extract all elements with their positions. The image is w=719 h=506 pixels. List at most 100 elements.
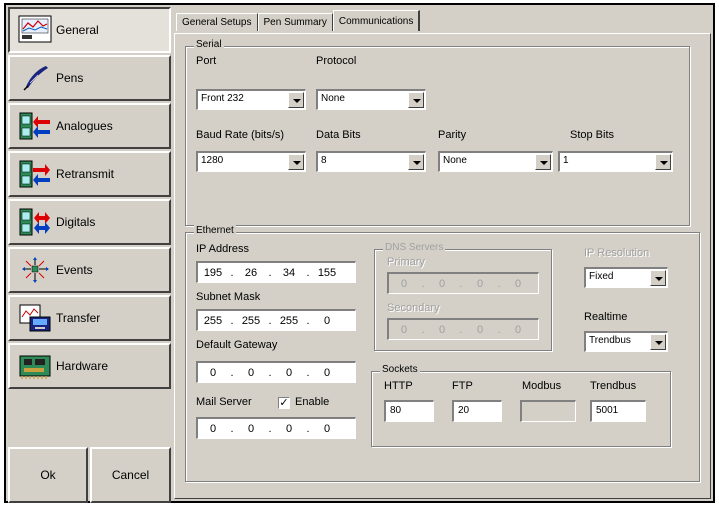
port-select[interactable]: Front 232: [196, 89, 306, 110]
mail-octet: 0: [323, 422, 331, 435]
dns-primary-octet: 0: [400, 277, 408, 290]
nav-analogues-label: Analogues: [56, 119, 113, 133]
default-gateway-label: Default Gateway: [196, 339, 278, 351]
retransmit-icon: [19, 160, 50, 188]
port-label: Port: [196, 55, 217, 67]
tab-pen-summary-label: Pen Summary: [263, 17, 327, 28]
mail-octet: 0: [285, 422, 293, 435]
ip-octet: 34: [282, 266, 296, 279]
nav-hardware-button[interactable]: Hardware: [8, 343, 171, 389]
cancel-button-label: Cancel: [111, 468, 150, 482]
dns-secondary-label: Secondary: [387, 302, 440, 314]
mail-octet: 0: [247, 422, 255, 435]
data-bits-select[interactable]: 8: [316, 151, 426, 172]
gateway-octet: 0: [209, 366, 217, 379]
nav-analogues-button[interactable]: Analogues: [8, 103, 171, 149]
nav-general-button[interactable]: General: [8, 7, 171, 53]
baud-rate-label: Baud Rate (bits/s): [196, 129, 285, 141]
dns-primary-octet: 0: [438, 277, 446, 290]
nav-digitals-label: Digitals: [56, 215, 96, 229]
port-select-value: Front 232: [201, 93, 244, 104]
chevron-down-icon[interactable]: [288, 92, 304, 108]
chevron-down-icon[interactable]: [408, 92, 424, 108]
chevron-down-icon[interactable]: [650, 334, 666, 350]
chevron-down-icon[interactable]: [288, 154, 304, 170]
ip-octet: 155: [317, 266, 337, 279]
ip-resolution-select[interactable]: Fixed: [584, 267, 668, 288]
parity-select[interactable]: None: [438, 151, 553, 172]
subnet-octet: 255: [279, 314, 299, 327]
trendbus-label: Trendbus: [590, 380, 637, 392]
gateway-octet: 0: [285, 366, 293, 379]
ftp-port-input[interactable]: 20: [452, 400, 502, 422]
tab-communications[interactable]: Communications: [332, 10, 421, 31]
chevron-down-icon[interactable]: [655, 154, 671, 170]
stop-bits-select[interactable]: 1: [558, 151, 673, 172]
ip-resolution-value: Fixed: [589, 271, 614, 282]
hardware-board-icon: [19, 355, 51, 379]
ftp-label: FTP: [452, 380, 473, 392]
modbus-label: Modbus: [522, 380, 562, 392]
protocol-label: Protocol: [316, 55, 357, 67]
mail-octet: 0: [209, 422, 217, 435]
tab-strip: General Setups Pen Summary Communication…: [176, 10, 421, 33]
mail-server-field[interactable]: 0. 0. 0. 0: [196, 417, 356, 439]
ethernet-group-title: Ethernet: [194, 225, 236, 236]
default-gateway-field[interactable]: 0. 0. 0. 0: [196, 361, 356, 383]
realtime-value: Trendbus: [589, 335, 631, 346]
nav-general-label: General: [56, 23, 99, 37]
data-bits-select-value: 8: [321, 155, 327, 166]
subnet-octet: 0: [323, 314, 331, 327]
configuration-window: General Pens Analogues Retransmit Digita…: [4, 3, 715, 503]
nav-pens-label: Pens: [56, 71, 84, 85]
dns-primary-octet: 0: [514, 277, 522, 290]
subnet-octet: 255: [241, 314, 261, 327]
ok-button[interactable]: Ok: [8, 447, 88, 503]
protocol-select[interactable]: None: [316, 89, 426, 110]
gateway-octet: 0: [323, 366, 331, 379]
nav-pens-button[interactable]: Pens: [8, 55, 171, 101]
nav-hardware-label: Hardware: [56, 359, 109, 373]
tab-pen-summary[interactable]: Pen Summary: [257, 13, 333, 31]
dns-secondary-octet: 0: [438, 323, 446, 336]
dns-secondary-octet: 0: [400, 323, 408, 336]
chevron-down-icon[interactable]: [408, 154, 424, 170]
cancel-button[interactable]: Cancel: [90, 447, 171, 503]
stop-bits-label: Stop Bits: [570, 129, 615, 141]
chevron-down-icon[interactable]: [650, 270, 666, 286]
analogue-input-icon: [19, 112, 50, 140]
ftp-port-value: 20: [458, 405, 470, 416]
mail-server-label: Mail Server: [196, 396, 252, 408]
dns-secondary-octet: 0: [476, 323, 484, 336]
mail-enable-checkbox[interactable]: ✓: [278, 397, 290, 409]
baud-rate-select[interactable]: 1280: [196, 151, 306, 172]
gateway-octet: 0: [247, 366, 255, 379]
subnet-mask-label: Subnet Mask: [196, 291, 261, 303]
dns-primary-octet: 0: [476, 277, 484, 290]
nav-transfer-button[interactable]: Transfer: [8, 295, 171, 341]
nav-retransmit-button[interactable]: Retransmit: [8, 151, 171, 197]
stop-bits-select-value: 1: [563, 155, 569, 166]
parity-label: Parity: [438, 129, 467, 141]
http-port-value: 80: [390, 405, 402, 416]
modbus-port-input: [520, 400, 576, 422]
subnet-mask-field[interactable]: 255. 255. 255. 0: [196, 309, 356, 331]
ip-address-field[interactable]: 195. 26. 34. 155: [196, 261, 356, 283]
tab-general-setups[interactable]: General Setups: [176, 13, 258, 31]
realtime-label: Realtime: [584, 311, 628, 323]
events-icon: [22, 257, 49, 283]
transfer-icon: [19, 304, 51, 332]
digital-io-icon: [19, 208, 50, 236]
nav-events-button[interactable]: Events: [8, 247, 171, 293]
trendbus-port-input[interactable]: 5001: [590, 400, 646, 422]
dns-secondary-octet: 0: [514, 323, 522, 336]
sockets-group: Sockets HTTP 80 FTP 20 Modbus Trendbus 5…: [371, 364, 671, 447]
realtime-select[interactable]: Trendbus: [584, 331, 668, 352]
tab-panel-communications: Serial Port Front 232 Protocol None Baud…: [174, 33, 711, 499]
subnet-octet: 255: [203, 314, 223, 327]
http-port-input[interactable]: 80: [384, 400, 434, 422]
tab-general-setups-label: General Setups: [182, 17, 252, 28]
nav-digitals-button[interactable]: Digitals: [8, 199, 171, 245]
nav-transfer-label: Transfer: [56, 311, 101, 325]
chevron-down-icon[interactable]: [535, 154, 551, 170]
